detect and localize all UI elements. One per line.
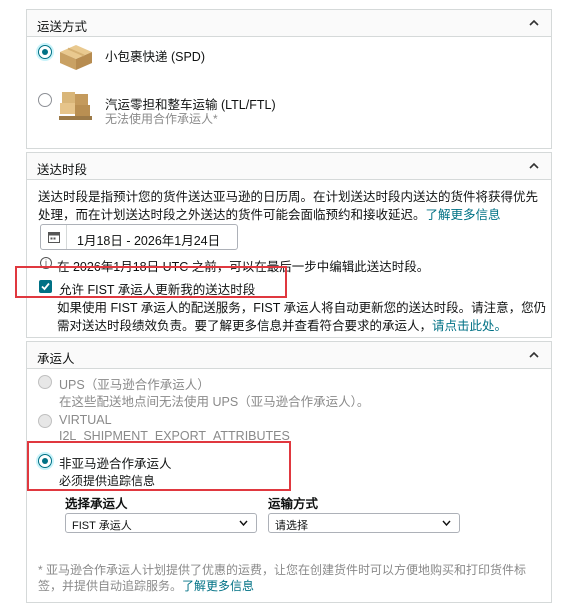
shipping-method-panel: 运送方式 (26, 9, 552, 149)
chevron-down-icon (442, 520, 451, 526)
learn-more-link[interactable]: 了解更多信息 (426, 208, 501, 222)
spd-radio[interactable] (38, 45, 52, 59)
virtual-radio (38, 414, 52, 428)
ltl-radio[interactable] (38, 93, 52, 107)
carrier-header[interactable]: 承运人 (27, 342, 551, 369)
carrier-select-value: FIST 承运人 (72, 520, 132, 532)
transport-mode-value: 请选择 (275, 520, 308, 532)
chevron-up-icon[interactable] (529, 18, 539, 28)
delivery-window-header[interactable]: 送达时段 (27, 153, 551, 180)
chevron-down-icon (239, 520, 248, 526)
delivery-window-desc-line1: 送达时段是指预计您的货件送达亚马逊的日历周。在计划送达时段内送达的货件将获得优先 (38, 190, 539, 204)
ups-radio (38, 375, 52, 389)
ups-sub-label: 在这些配送地点间无法使用 UPS（亚马逊合作承运人）。 (59, 395, 370, 409)
delivery-window-desc-line2: 处理，而在计划送达时段之外送达的货件可能会面临预约和接收延迟。了解更多信息 (38, 204, 501, 223)
fist-explain-text: 需对送达时段绩效负责。要了解更多信息并查看符合要求的承运人， (57, 319, 433, 333)
delivery-window-title: 送达时段 (37, 163, 88, 177)
calendar-icon[interactable] (41, 225, 67, 249)
footnote-line2: 签，并提供自动追踪服务。了解更多信息 (38, 577, 254, 594)
shipping-method-title: 运送方式 (37, 20, 88, 34)
footnote-text: 签，并提供自动追踪服务。 (38, 579, 183, 593)
shipping-method-header[interactable]: 运送方式 (27, 10, 551, 37)
footnote-learn-more-link[interactable]: 了解更多信息 (182, 579, 254, 593)
transport-mode-label: 运输方式 (268, 497, 319, 511)
delivery-date-picker[interactable]: 1月18日 - 2026年1月24日 (40, 224, 238, 250)
footnote-line1: * 亚马逊合作承运人计划提供了优惠的运费，让您在创建货件时可以方便地购买和打印货… (38, 563, 527, 577)
select-carrier-label: 选择承运人 (65, 497, 128, 511)
carrier-select[interactable]: FIST 承运人 (65, 513, 257, 533)
carrier-title: 承运人 (37, 352, 75, 366)
spd-label: 小包裹快递 (SPD) (105, 50, 206, 64)
checkbox-highlight-box (15, 266, 287, 298)
chevron-up-icon[interactable] (529, 350, 539, 360)
pallet-boxes-icon (59, 92, 92, 120)
package-box-icon (60, 45, 92, 70)
ltl-sub-label: 无法使用合作承运人* (105, 112, 218, 126)
transport-mode-select[interactable]: 请选择 (268, 513, 460, 533)
chevron-up-icon[interactable] (529, 161, 539, 171)
delivery-window-desc-text: 处理，而在计划送达时段之外送达的货件可能会面临预约和接收延迟。 (38, 208, 426, 222)
click-here-link[interactable]: 请点击此处。 (432, 319, 507, 333)
fist-explain-line1: 如果使用 FIST 承运人的配送服务，FIST 承运人将自动更新您的送达时段。请… (57, 301, 547, 315)
delivery-date-value: 1月18日 - 2026年1月24日 (77, 234, 221, 248)
carrier-highlight-box (27, 441, 291, 491)
fist-explain-line2: 需对送达时段绩效负责。要了解更多信息并查看符合要求的承运人，请点击此处。 (57, 315, 507, 334)
virtual-label: VIRTUAL (59, 413, 112, 427)
